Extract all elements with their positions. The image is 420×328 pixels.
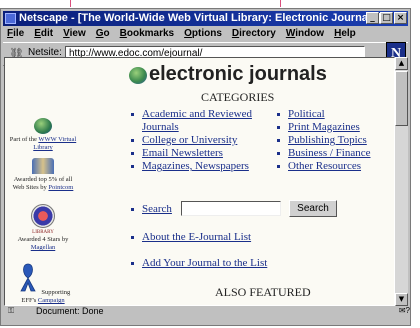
category-college-link[interactable]: College or University xyxy=(142,134,237,146)
magellan-link[interactable]: Magellan xyxy=(31,244,56,251)
status-text: Document: Done xyxy=(36,306,104,316)
menu-bar: File Edit View Go Bookmarks Options Dire… xyxy=(3,27,408,41)
category-publishing-link[interactable]: Publishing Topics xyxy=(288,134,367,146)
page-title: electronic journals xyxy=(149,63,327,85)
status-bar: ⚿ Document: Done ✉? xyxy=(2,306,418,316)
bullet xyxy=(131,208,134,211)
menu-go[interactable]: Go xyxy=(96,27,110,41)
category-print-link[interactable]: Print Magazines xyxy=(288,121,360,133)
minimize-button[interactable]: _ xyxy=(366,12,379,24)
category-email-link[interactable]: Email Newsletters xyxy=(142,147,223,159)
menu-help[interactable]: Help xyxy=(334,27,356,41)
award-text: Part of the xyxy=(9,136,39,143)
category-other-link[interactable]: Other Resources xyxy=(288,160,361,172)
list-item: College or University xyxy=(131,134,259,147)
award-magellan: LIBRARY Awarded 4 Stars by Magellan xyxy=(9,204,77,252)
list-item: Other Resources xyxy=(277,160,392,173)
netscape-app-icon[interactable] xyxy=(5,13,16,24)
window-controls: _ □ × xyxy=(366,12,407,24)
category-political-link[interactable]: Political xyxy=(288,108,325,120)
virtual-library-link[interactable]: WWW Virtual Library xyxy=(33,136,76,151)
bullet xyxy=(131,262,134,265)
award-virtual-library: Part of the WWW Virtual Library xyxy=(9,118,77,152)
search-button[interactable]: Search xyxy=(289,200,337,217)
award-pointcom: Awarded top 5% of all Web Sites by Point… xyxy=(9,158,77,192)
menu-bookmarks[interactable]: Bookmarks xyxy=(120,27,174,41)
globe-icon xyxy=(129,67,147,84)
close-button[interactable]: × xyxy=(394,12,407,24)
category-academic-link[interactable]: Academic and Reviewed Journals xyxy=(142,108,252,133)
page-content: Part of the WWW Virtual Library Awarded … xyxy=(4,57,395,306)
category-business-link[interactable]: Business / Finance xyxy=(288,147,371,159)
vertical-scrollbar[interactable]: ▲ ▼ xyxy=(395,57,408,306)
window-title: Netscape - [The World-Wide Web Virtual L… xyxy=(19,12,381,24)
list-item: Magazines, Newspapers xyxy=(131,160,259,173)
list-item: Political xyxy=(277,108,392,121)
seal-icon xyxy=(31,204,55,228)
scroll-thumb[interactable] xyxy=(395,71,408,126)
scroll-down-arrow[interactable]: ▼ xyxy=(395,293,408,306)
scroll-up-arrow[interactable]: ▲ xyxy=(395,57,408,70)
categories-right-list: Political Print Magazines Publishing Top… xyxy=(277,108,392,173)
globe-icon xyxy=(34,118,52,134)
maximize-button[interactable]: □ xyxy=(380,12,393,24)
list-item: Academic and Reviewed Journals xyxy=(131,108,259,134)
frame-edge-right xyxy=(280,0,281,7)
about-link[interactable]: About the E-Journal List xyxy=(142,231,251,243)
bullet xyxy=(131,236,134,239)
list-item: Print Magazines xyxy=(277,121,392,134)
menu-directory[interactable]: Directory xyxy=(232,27,276,41)
search-input[interactable] xyxy=(181,201,281,216)
search-link[interactable]: Search xyxy=(142,203,172,215)
menu-view[interactable]: View xyxy=(63,27,86,41)
menu-options[interactable]: Options xyxy=(184,27,222,41)
list-item: Email Newsletters xyxy=(131,147,259,160)
menu-window[interactable]: Window xyxy=(286,27,324,41)
award-text: Awarded 4 Stars by xyxy=(17,236,69,243)
blue-ribbon-icon xyxy=(20,263,36,292)
categories-left-list: Academic and Reviewed Journals College o… xyxy=(131,108,259,173)
pointcom-link[interactable]: Pointcom xyxy=(48,184,73,191)
frame-edge-left xyxy=(70,0,71,7)
also-featured-heading: ALSO FEATURED xyxy=(215,285,311,299)
menu-edit[interactable]: Edit xyxy=(34,27,53,41)
mail-icon[interactable]: ✉? xyxy=(399,306,410,316)
security-key-icon: ⚿ xyxy=(8,306,15,315)
eff-campaign-link[interactable]: Campaign xyxy=(38,297,65,304)
title-bar[interactable]: Netscape - [The World-Wide Web Virtual L… xyxy=(3,11,408,26)
add-journal-link[interactable]: Add Your Journal to the List xyxy=(142,257,267,269)
list-item: Business / Finance xyxy=(277,147,392,160)
list-item: Publishing Topics xyxy=(277,134,392,147)
categories-heading: CATEGORIES xyxy=(201,90,275,104)
menu-file[interactable]: File xyxy=(7,27,24,41)
category-magazines-link[interactable]: Magazines, Newspapers xyxy=(142,160,249,172)
award-eff: Supporting EFF's Campaign xyxy=(9,262,77,305)
book-icon xyxy=(32,158,54,174)
